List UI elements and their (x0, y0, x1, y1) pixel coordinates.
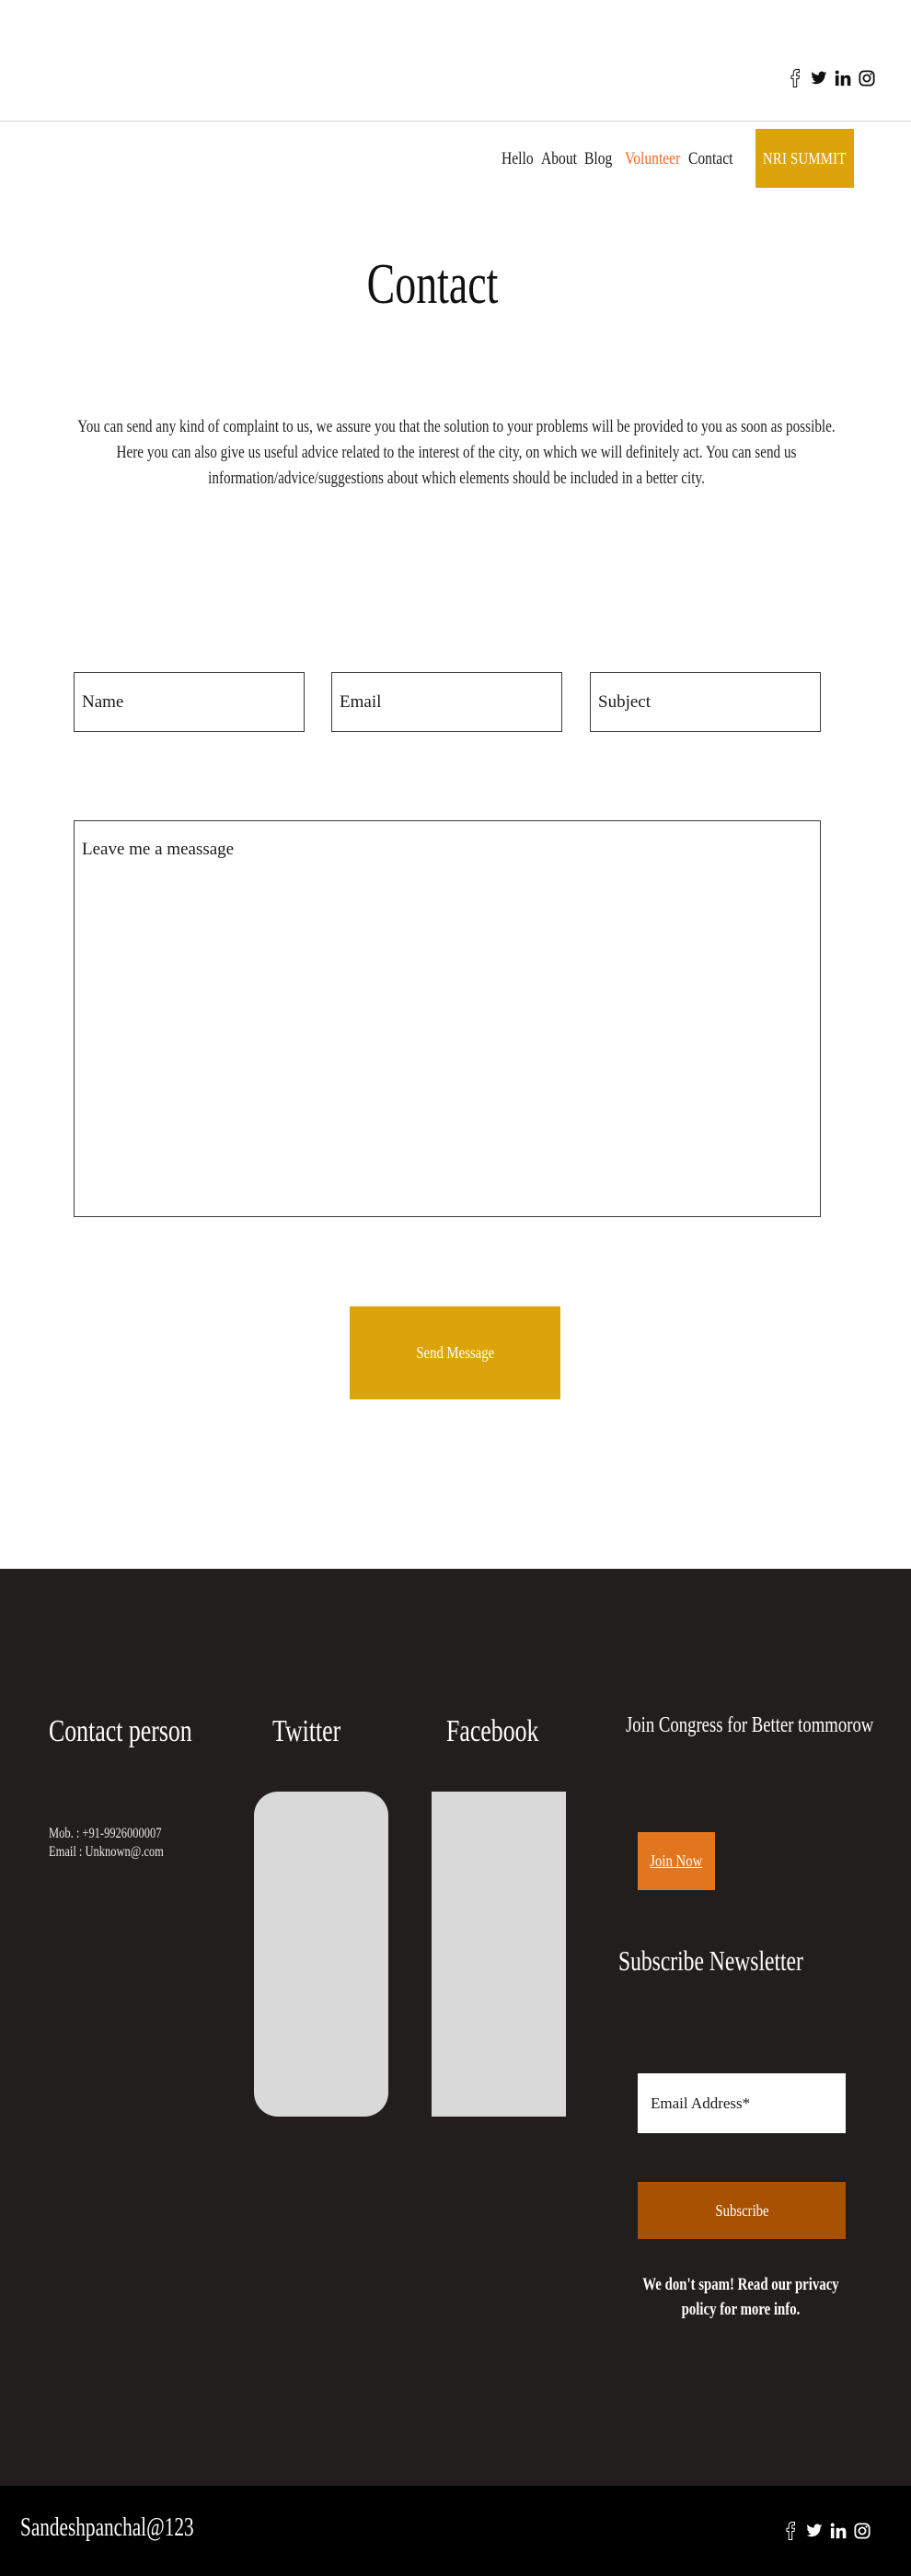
join-congress-heading: Join Congress for Better tommorow (626, 1713, 874, 1737)
twitter-icon[interactable] (811, 68, 827, 88)
subject-field[interactable] (590, 672, 821, 732)
contact-intro-text: You can send any kind of complaint to us… (77, 417, 836, 488)
page-title: Contact (366, 253, 499, 316)
linkedin-icon[interactable] (830, 2521, 847, 2541)
nav-item-contact[interactable]: Contact (688, 149, 732, 169)
contact-person-heading: Contact person (49, 1714, 192, 1748)
subject-input[interactable] (591, 673, 820, 731)
send-message-button[interactable]: Send Message (350, 1306, 560, 1399)
site-footer: Contact person Mob. : +91-9926000007 Ema… (0, 1569, 911, 2486)
nav-item-about[interactable]: About (541, 149, 577, 169)
name-field[interactable] (74, 672, 305, 732)
contact-mobile: Mob. : +91-9926000007 (49, 1826, 162, 1841)
nri-summit-button[interactable]: NRI SUMMIT (755, 129, 854, 188)
linkedin-icon[interactable] (835, 68, 851, 88)
contact-email: Email : Unknown@.com (49, 1844, 164, 1860)
newsletter-email-input[interactable] (638, 2073, 846, 2133)
email-field[interactable] (331, 672, 562, 732)
instagram-icon[interactable] (854, 2521, 871, 2541)
newsletter-email-field[interactable] (638, 2073, 846, 2133)
nav-item-hello[interactable]: Hello (502, 149, 534, 169)
join-now-button[interactable]: Join Now (638, 1832, 715, 1890)
facebook-feed-embed[interactable] (432, 1792, 566, 2117)
bottom-bar: Sandeshpanchal@123 (0, 2486, 911, 2576)
facebook-icon[interactable] (787, 68, 803, 88)
header-social-links (787, 68, 875, 88)
message-field[interactable] (74, 820, 821, 1217)
facebook-heading: Facebook (446, 1714, 539, 1748)
subscribe-newsletter-heading: Subscribe Newsletter (618, 1944, 803, 1977)
twitter-heading: Twitter (272, 1714, 341, 1748)
bottom-bar-text: Sandeshpanchal@123 (20, 2513, 194, 2542)
instagram-icon[interactable] (859, 68, 875, 88)
top-social-bar (0, 0, 911, 122)
name-input[interactable] (75, 673, 304, 731)
main-navigation: Hello About Blog Volunteer Contact NRI S… (0, 129, 911, 190)
nav-item-blog[interactable]: Blog (584, 149, 612, 169)
nav-item-volunteer[interactable]: Volunteer (625, 149, 680, 169)
facebook-icon[interactable] (782, 2521, 799, 2541)
footer-social-links (782, 2521, 871, 2541)
twitter-icon[interactable] (806, 2521, 823, 2541)
email-input[interactable] (332, 673, 561, 731)
message-textarea[interactable] (75, 821, 820, 1216)
subscribe-button[interactable]: Subscribe (638, 2182, 846, 2239)
no-spam-note: We don't spam! Read our privacy policy f… (642, 2275, 839, 2319)
twitter-feed-embed[interactable] (254, 1792, 388, 2117)
